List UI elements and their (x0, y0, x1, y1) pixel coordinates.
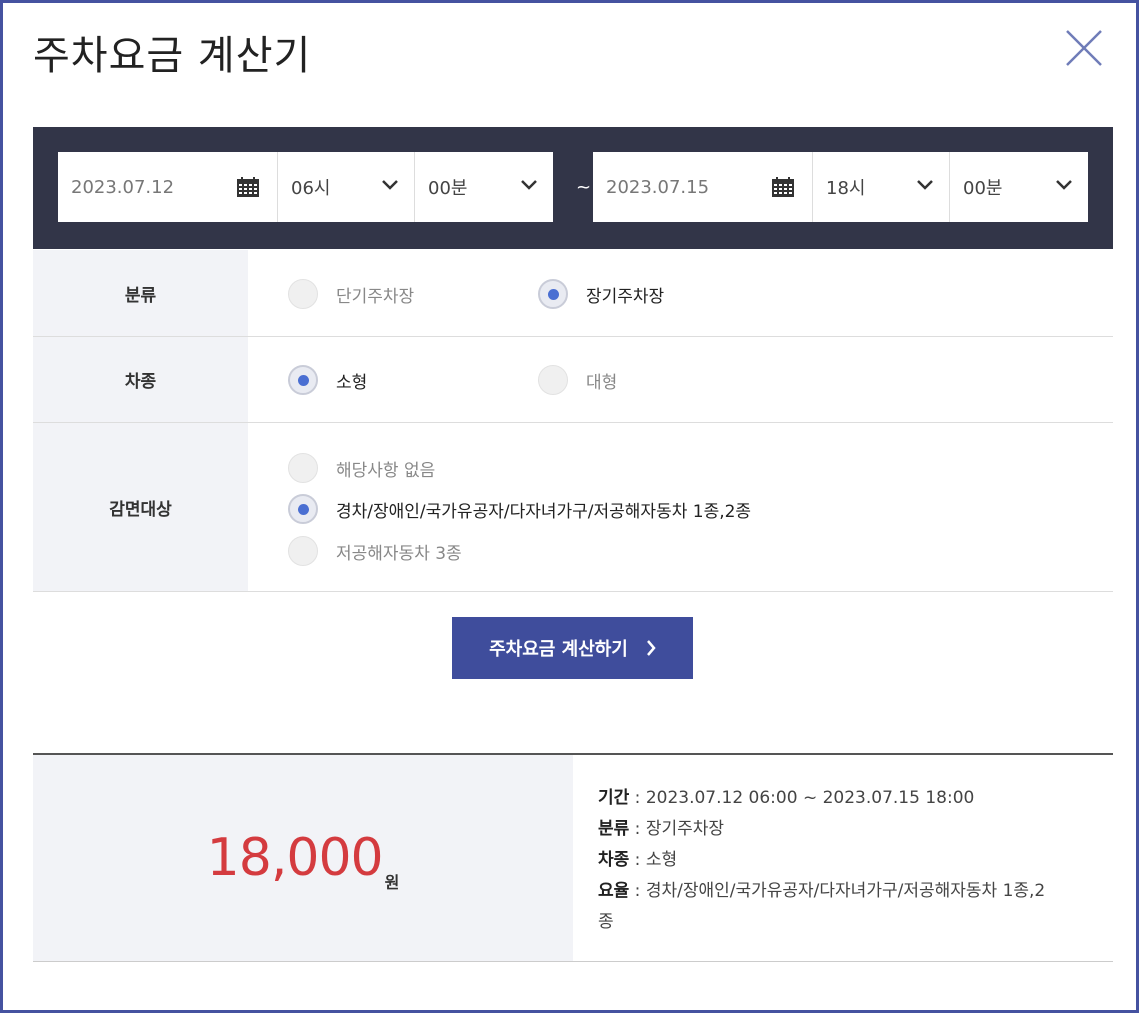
category-row: 분류 단기주차장 장기주차장 (33, 250, 1113, 337)
result-rate-key: 요율 (598, 881, 630, 901)
result-vehicle-value: : 소형 (629, 850, 678, 870)
result-rate-continued: 종 (598, 912, 614, 932)
radio-label: 대형 (586, 372, 618, 393)
calendar-icon[interactable] (237, 177, 259, 197)
start-date-input[interactable]: 2023.07.12 (58, 152, 278, 222)
chevron-down-icon (1056, 180, 1072, 190)
vehicle-row: 차종 소형 대형 (33, 337, 1113, 423)
radio-label: 장기주차장 (586, 286, 665, 307)
radio-circle (538, 279, 568, 309)
end-hour-value: 18시 (826, 178, 866, 199)
discount-row: 감면대상 해당사항 없음 경차/장애인/국가유공자/다자녀가구/저공해자동차 1… (33, 423, 1113, 592)
radio-circle (288, 453, 318, 483)
discount-label: 감면대상 (33, 423, 248, 591)
radio-circle (288, 536, 318, 566)
modal-title: 주차요금 계산기 (33, 33, 312, 79)
result-category: 분류 : 장기주차장 (598, 814, 1098, 845)
radio-short-term[interactable]: 단기주차장 (288, 279, 414, 309)
close-button[interactable] (1063, 27, 1105, 69)
date-range-bar: 2023.07.12 06시 00분 ~ 2023.07.15 18시 00분 (33, 127, 1113, 249)
radio-label: 경차/장애인/국가유공자/다자녀가구/저공해자동차 1종,2종 (336, 501, 752, 522)
start-hour-value: 06시 (291, 178, 331, 199)
result-category-key: 분류 (598, 819, 630, 839)
close-icon (1066, 30, 1102, 66)
result-amount: 18,000 (206, 828, 384, 888)
radio-circle (288, 365, 318, 395)
vehicle-label: 차종 (33, 337, 248, 422)
radio-large[interactable]: 대형 (538, 365, 617, 395)
radio-label: 단기주차장 (336, 286, 415, 307)
end-date-value: 2023.07.15 (606, 176, 710, 198)
radio-discount-compact-disabled[interactable]: 경차/장애인/국가유공자/다자녀가구/저공해자동차 1종,2종 (288, 494, 751, 524)
end-minute-select[interactable]: 00분 (950, 152, 1088, 222)
radio-discount-none[interactable]: 해당사항 없음 (288, 453, 435, 483)
end-hour-select[interactable]: 18시 (813, 152, 950, 222)
end-date-input[interactable]: 2023.07.15 (593, 152, 813, 222)
start-datetime: 2023.07.12 06시 00분 (58, 152, 553, 222)
radio-label: 소형 (336, 372, 368, 393)
date-range-separator: ~ (576, 177, 592, 198)
radio-circle (288, 494, 318, 524)
result-vehicle-key: 차종 (598, 850, 630, 870)
result-period-key: 기간 (598, 788, 630, 808)
category-label: 분류 (33, 250, 248, 336)
end-minute-value: 00분 (963, 178, 1003, 199)
radio-discount-eco3[interactable]: 저공해자동차 3종 (288, 536, 462, 566)
result-panel: 18,000 원 기간 : 2023.07.12 06:00 ~ 2023.07… (33, 753, 1113, 962)
start-date-value: 2023.07.12 (71, 176, 175, 198)
result-period: 기간 : 2023.07.12 06:00 ~ 2023.07.15 18:00 (598, 783, 1098, 814)
result-amount-box: 18,000 원 (33, 755, 573, 961)
radio-label: 저공해자동차 3종 (336, 543, 462, 564)
calculate-button[interactable]: 주차요금 계산하기 (452, 617, 693, 679)
calculate-button-label: 주차요금 계산하기 (489, 639, 628, 660)
start-minute-value: 00분 (428, 178, 468, 199)
start-hour-select[interactable]: 06시 (278, 152, 415, 222)
chevron-right-icon (646, 640, 656, 656)
radio-circle (288, 279, 318, 309)
chevron-down-icon (382, 180, 398, 190)
parking-fee-modal: 주차요금 계산기 2023.07.12 06시 00분 ~ 2023.07.15… (0, 0, 1139, 1013)
result-details: 기간 : 2023.07.12 06:00 ~ 2023.07.15 18:00… (598, 783, 1098, 938)
radio-small[interactable]: 소형 (288, 365, 367, 395)
result-rate: 요율 : 경차/장애인/국가유공자/다자녀가구/저공해자동차 1종,2 (598, 876, 1098, 907)
result-category-value: : 장기주차장 (629, 819, 725, 839)
calendar-icon[interactable] (772, 177, 794, 197)
chevron-down-icon (917, 180, 933, 190)
start-minute-select[interactable]: 00분 (415, 152, 553, 222)
result-period-value: : 2023.07.12 06:00 ~ 2023.07.15 18:00 (629, 788, 975, 808)
end-datetime: 2023.07.15 18시 00분 (593, 152, 1088, 222)
radio-circle (538, 365, 568, 395)
result-unit: 원 (384, 873, 400, 892)
radio-long-term[interactable]: 장기주차장 (538, 279, 664, 309)
result-vehicle: 차종 : 소형 (598, 845, 1098, 876)
result-rate-value: : 경차/장애인/국가유공자/다자녀가구/저공해자동차 1종,2 (629, 881, 1046, 901)
chevron-down-icon (521, 180, 537, 190)
radio-label: 해당사항 없음 (336, 460, 436, 481)
